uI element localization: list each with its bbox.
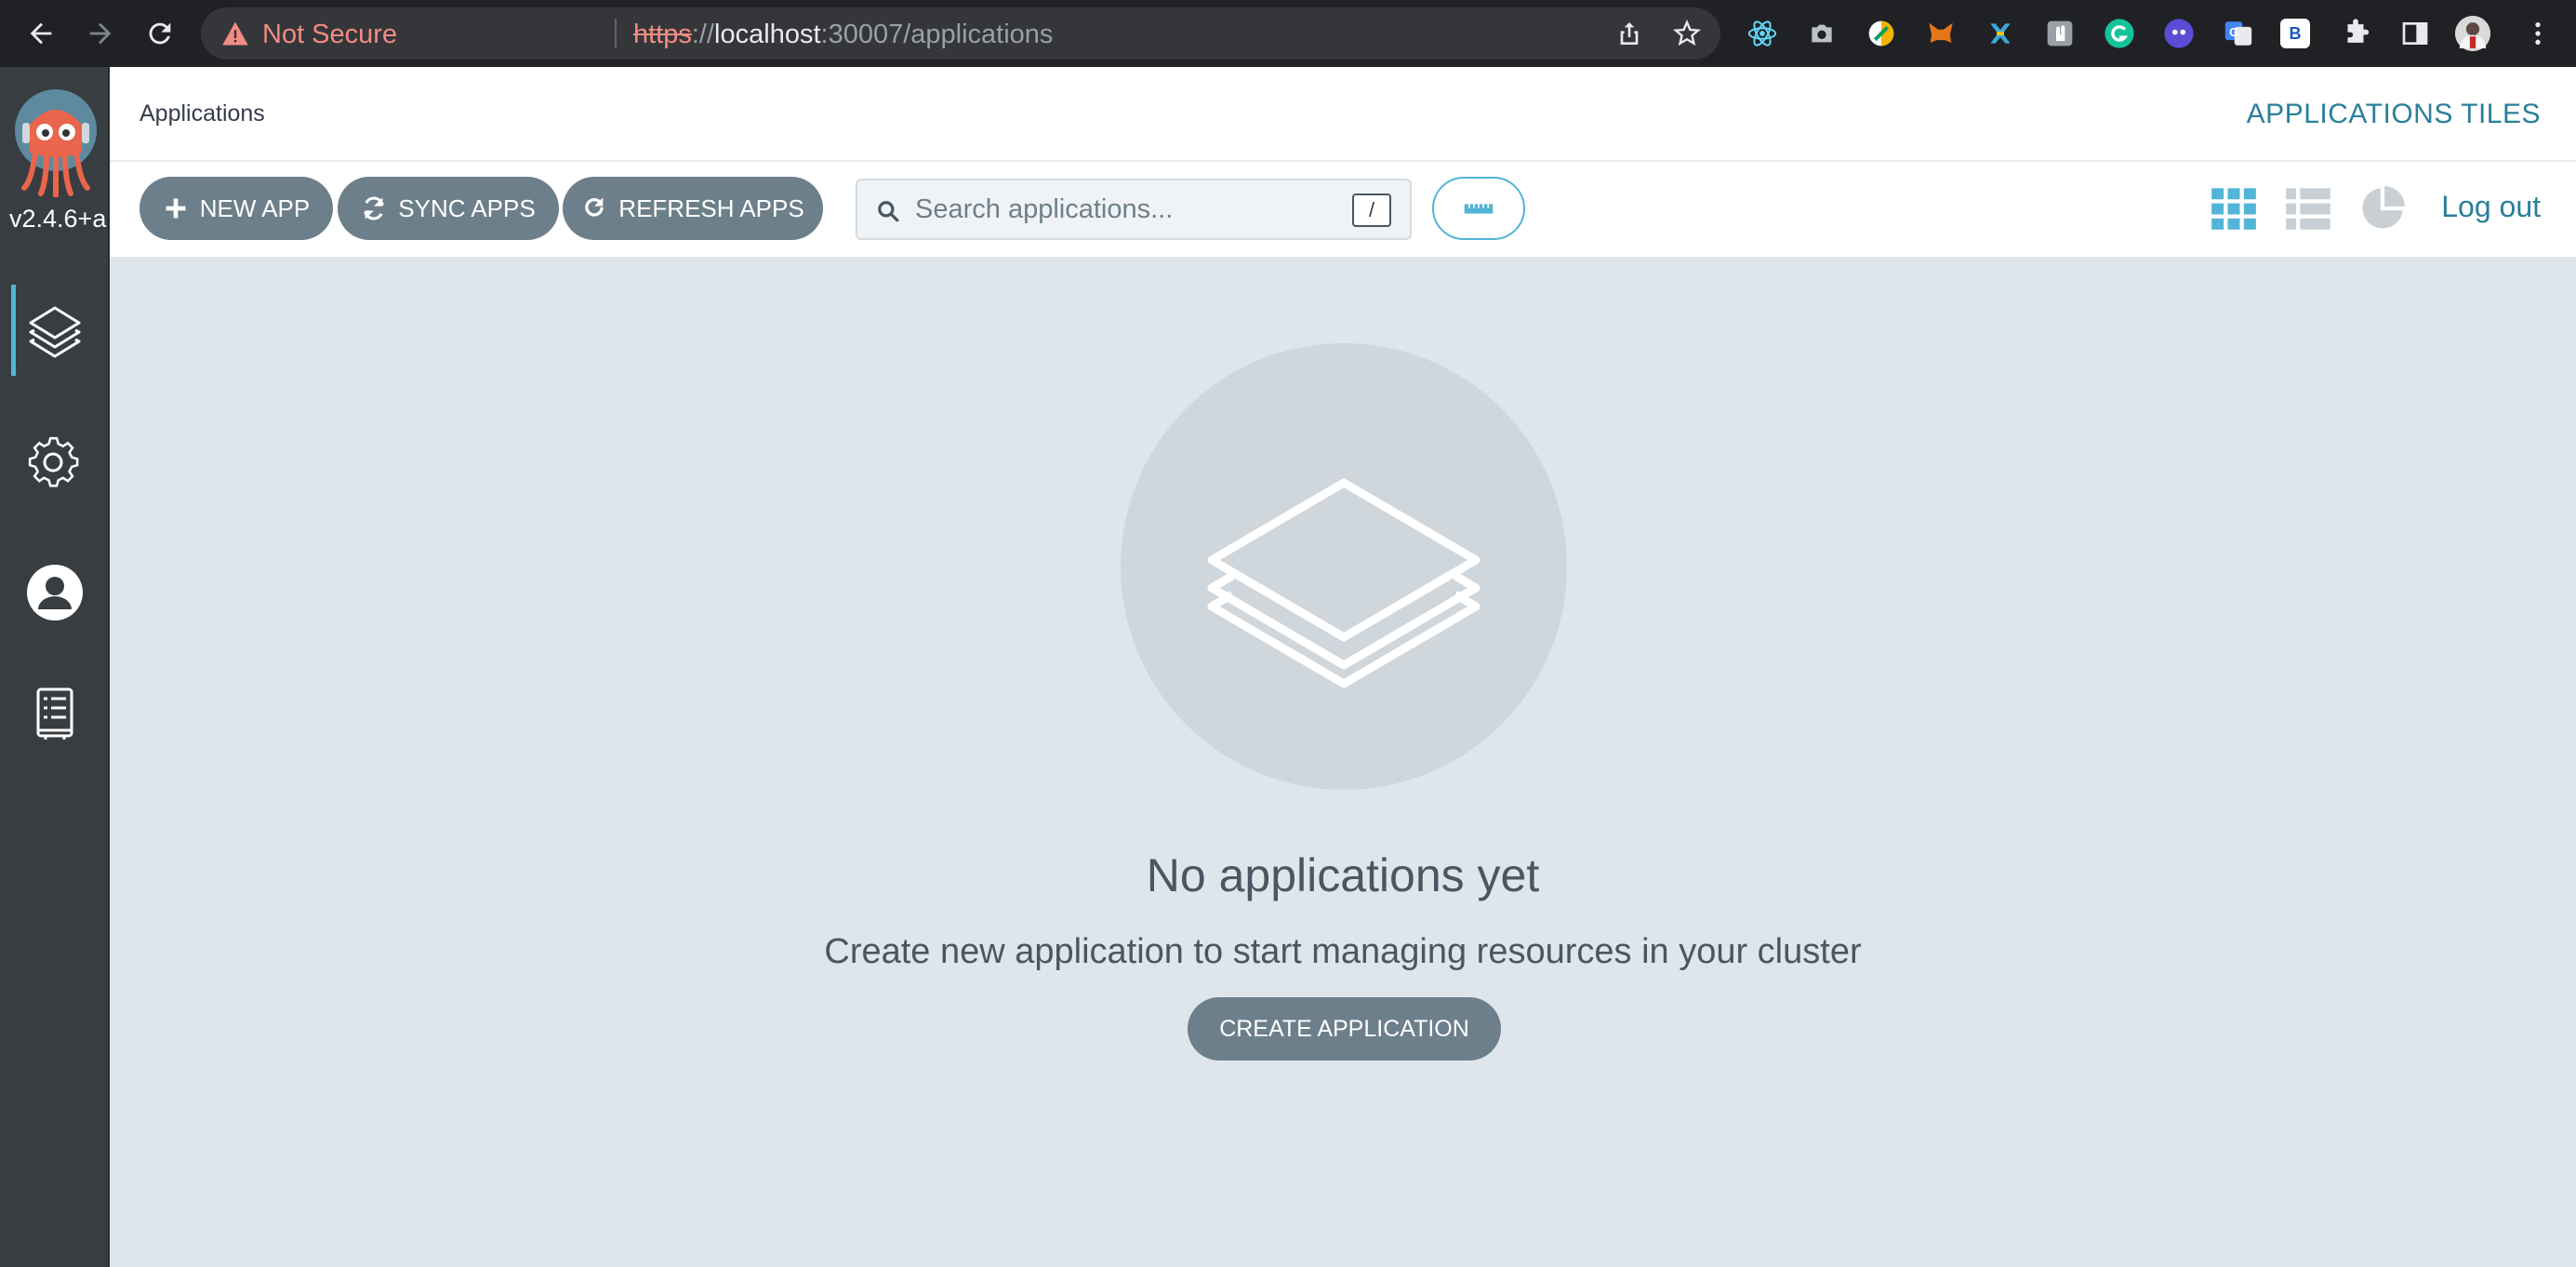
google-translate-icon[interactable]: G	[2221, 16, 2256, 51]
sync-apps-button[interactable]: SYNC APPS	[338, 177, 559, 240]
forward-button[interactable]	[80, 13, 121, 54]
user-icon	[27, 565, 83, 620]
version-label: v2.4.6+a	[9, 205, 107, 233]
color-picker-extension-icon[interactable]	[1864, 16, 1899, 51]
new-app-button[interactable]: NEW APP	[139, 177, 333, 240]
url-separator: ://	[691, 20, 715, 49]
metamask-extension-icon[interactable]	[1923, 16, 1959, 51]
ghost-extension-icon[interactable]	[2161, 16, 2197, 51]
refresh-apps-button[interactable]: REFRESH APPS	[563, 177, 823, 240]
filter-toggle-button[interactable]	[1432, 177, 1525, 240]
reload-icon	[149, 22, 171, 45]
layers-icon	[1207, 478, 1481, 688]
sidebar-item-settings[interactable]	[0, 409, 110, 508]
extensions-puzzle-icon[interactable]	[2338, 16, 2373, 51]
sidebar-item-applications[interactable]	[0, 281, 110, 380]
arrow-right-icon	[89, 22, 112, 45]
back-button[interactable]	[20, 13, 61, 54]
empty-state-subtitle: Create new application to start managing…	[824, 932, 1862, 971]
browser-chrome: Not Secure https://localhost:30007/appli…	[0, 0, 2576, 67]
extension-x-icon[interactable]	[1983, 16, 2018, 51]
view-title: APPLICATIONS TILES	[2246, 99, 2541, 129]
side-panel-icon[interactable]	[2397, 16, 2433, 51]
search-box: /	[856, 179, 1412, 240]
list-view-icon[interactable]	[2284, 184, 2332, 233]
grammarly-icon[interactable]	[2102, 16, 2137, 51]
create-application-button[interactable]: CREATE APPLICATION	[1188, 997, 1501, 1060]
search-input[interactable]	[915, 188, 1324, 231]
profile-avatar[interactable]	[2455, 16, 2490, 51]
hand-extension-icon[interactable]	[2042, 16, 2078, 51]
svg-text:G: G	[2229, 25, 2238, 39]
new-app-label: NEW APP	[199, 193, 311, 222]
url-text[interactable]: https://localhost:30007/applications	[633, 20, 1053, 50]
ruler-icon	[1464, 203, 1494, 214]
plus-icon	[166, 198, 186, 219]
top-bar: Applications APPLICATIONS TILES	[110, 67, 2576, 162]
sync-apps-label: SYNC APPS	[398, 193, 536, 222]
reload-button[interactable]	[139, 13, 180, 54]
url-path: :30007/applications	[820, 20, 1054, 49]
extension-b-icon[interactable]: B	[2280, 19, 2310, 48]
warning-icon	[222, 21, 248, 46]
layers-icon	[29, 306, 81, 358]
empty-state-title: No applications yet	[1146, 849, 1540, 901]
toolbar: NEW APP SYNC APPS REFRESH APPS /	[110, 162, 2576, 257]
browser-menu-icon[interactable]	[2520, 16, 2556, 51]
bookmark-star-icon[interactable]	[1672, 19, 1702, 48]
share-icon[interactable]	[1614, 19, 1644, 48]
arrow-left-icon	[30, 22, 52, 45]
argo-logo[interactable]	[13, 87, 99, 197]
security-label[interactable]: Not Secure	[262, 20, 397, 50]
breadcrumb-title[interactable]: Applications	[139, 100, 265, 127]
sync-icon	[364, 196, 385, 220]
book-icon	[36, 687, 73, 740]
url-protocol: https	[633, 20, 692, 49]
search-icon	[878, 201, 899, 222]
search-shortcut-hint: /	[1352, 193, 1391, 227]
url-host: localhost	[714, 20, 821, 49]
address-bar[interactable]: Not Secure https://localhost:30007/appli…	[201, 7, 1720, 60]
camera-extension-icon[interactable]	[1804, 16, 1839, 51]
refresh-apps-label: REFRESH APPS	[618, 193, 804, 222]
sidebar-item-user-info[interactable]	[0, 543, 110, 642]
logout-link[interactable]: Log out	[2441, 190, 2541, 224]
react-devtools-icon[interactable]	[1745, 16, 1780, 51]
empty-state-illustration	[1121, 343, 1567, 790]
gear-icon	[28, 436, 79, 487]
summary-view-pie-icon[interactable]	[2358, 184, 2407, 233]
tiles-view-icon[interactable]	[2210, 184, 2258, 233]
refresh-icon	[585, 197, 604, 217]
sidebar-item-documentation[interactable]	[0, 664, 110, 763]
sidebar: v2.4.6+a	[0, 67, 110, 1267]
omnibox-divider	[615, 19, 617, 48]
